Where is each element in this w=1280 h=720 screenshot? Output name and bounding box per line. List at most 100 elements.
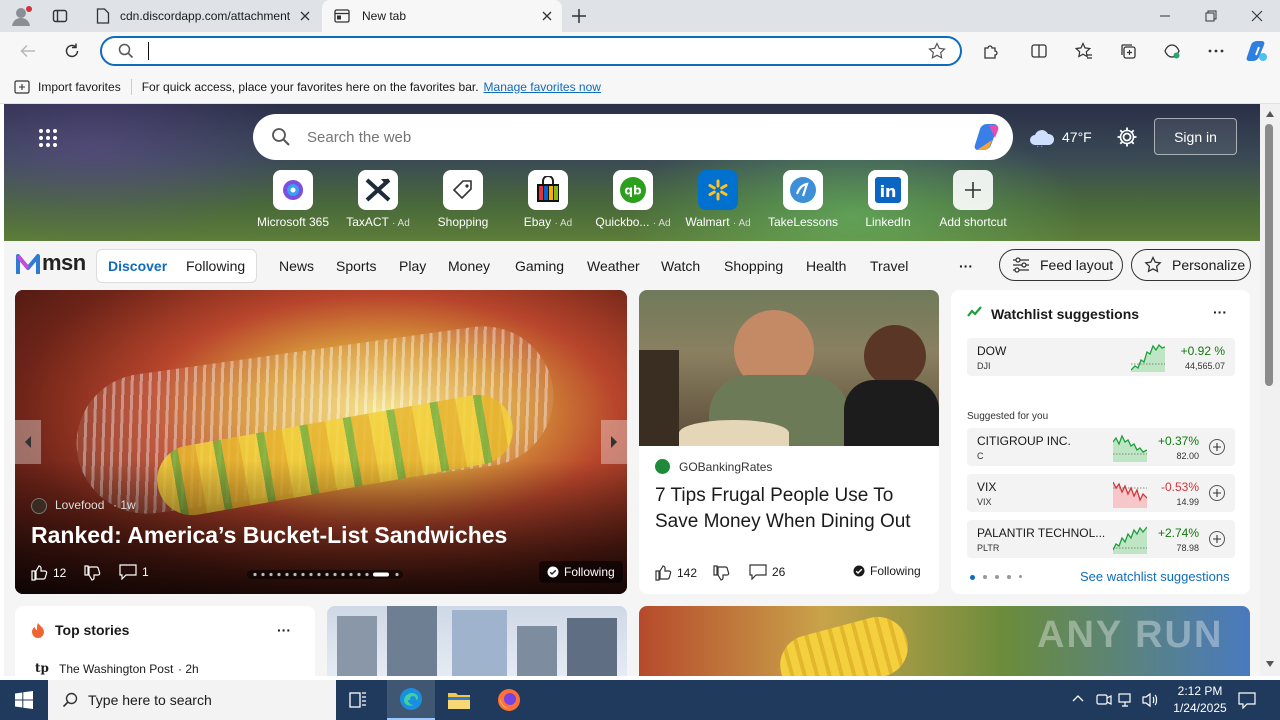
back-button[interactable]	[12, 35, 44, 67]
profile-avatar[interactable]	[10, 5, 32, 27]
nav-news[interactable]: News	[279, 258, 314, 274]
add-to-watchlist-icon[interactable]	[1209, 439, 1225, 455]
shortcut-takelessons[interactable]: TakeLessons	[758, 170, 848, 229]
collections-icon[interactable]	[1112, 35, 1144, 67]
feed-layout-button[interactable]: Feed layout	[999, 249, 1123, 281]
app-launcher-icon[interactable]	[38, 128, 58, 148]
favorites-icon[interactable]	[1068, 35, 1100, 67]
firefox-icon[interactable]	[497, 688, 521, 712]
produce-story-card[interactable]: ANY RUN	[639, 606, 1250, 676]
stock-row[interactable]: VIX VIX -0.53% 14.99	[967, 474, 1235, 512]
add-to-watchlist-icon[interactable]	[1209, 485, 1225, 501]
story-card[interactable]: GOBankingRates 7 Tips Frugal People Use …	[639, 290, 939, 594]
extensions-icon[interactable]	[975, 35, 1007, 67]
weather-widget[interactable]: 47°F	[1028, 126, 1098, 148]
hero-headline[interactable]: Ranked: America’s Bucket-List Sandwiches	[31, 522, 507, 549]
nav-play[interactable]: Play	[399, 258, 426, 274]
taskbar-search[interactable]: Type here to search	[48, 680, 336, 720]
comment-button[interactable]: 26	[749, 564, 785, 580]
minimize-button[interactable]	[1142, 0, 1188, 32]
refresh-button[interactable]	[56, 35, 88, 67]
carousel-prev-button[interactable]	[15, 420, 41, 464]
carousel-indicator[interactable]	[247, 570, 403, 579]
copilot-icon[interactable]	[1242, 35, 1274, 67]
clock[interactable]: 2:12 PM 1/24/2025	[1165, 683, 1235, 717]
comment-button[interactable]: 1	[119, 564, 149, 580]
web-search-input[interactable]	[307, 128, 947, 146]
scroll-down-icon[interactable]	[1265, 660, 1275, 668]
shortcut-linkedin[interactable]: in LinkedIn	[843, 170, 933, 229]
shortcut-quickbooks[interactable]: qb Quickbo... · Ad	[588, 170, 678, 229]
nav-health[interactable]: Health	[806, 258, 846, 274]
watchlist-more-icon[interactable]: ···	[1213, 304, 1227, 320]
sign-in-button[interactable]: Sign in	[1154, 118, 1237, 155]
see-watchlist-link[interactable]: See watchlist suggestions	[1080, 569, 1230, 584]
notifications-icon[interactable]	[1238, 691, 1256, 709]
page-dot-active[interactable]	[970, 575, 975, 580]
nav-gaming[interactable]: Gaming	[515, 258, 564, 274]
manage-favorites-link[interactable]: Manage favorites now	[484, 80, 601, 94]
edge-taskbar-icon[interactable]	[387, 680, 435, 720]
page-scrollbar[interactable]	[1260, 104, 1280, 676]
stock-row[interactable]: CITIGROUP INC. C +0.37% 82.00	[967, 428, 1235, 466]
tab-discover[interactable]: Discover	[108, 258, 167, 274]
start-button[interactable]	[0, 680, 48, 720]
shortcut-microsoft-365[interactable]: Microsoft 365	[248, 170, 338, 229]
page-dot[interactable]	[1019, 575, 1022, 578]
shortcut-ebay[interactable]: Ebay · Ad	[503, 170, 593, 229]
shortcut-shopping[interactable]: Shopping	[418, 170, 508, 229]
tab-discord[interactable]: cdn.discordapp.com/attachment	[84, 0, 320, 32]
nav-more-icon[interactable]: ···	[959, 258, 973, 274]
meet-now-icon[interactable]	[1096, 692, 1112, 708]
page-dot[interactable]	[1007, 575, 1011, 579]
source-name[interactable]: GOBankingRates	[679, 460, 772, 474]
nav-travel[interactable]: Travel	[870, 258, 908, 274]
story-headline[interactable]: 7 Tips Frugal People Use To Save Money W…	[655, 483, 925, 535]
copilot-icon[interactable]	[973, 123, 1003, 151]
favorite-star-icon[interactable]	[928, 42, 946, 60]
carousel-next-button[interactable]	[601, 420, 627, 464]
nav-shopping[interactable]: Shopping	[724, 258, 783, 274]
import-favorites-button[interactable]: Import favorites	[38, 80, 121, 94]
new-tab-button[interactable]	[570, 7, 588, 25]
source-name[interactable]: The Washington Post	[59, 662, 173, 676]
web-search-box[interactable]	[253, 114, 1013, 160]
address-input[interactable]	[148, 42, 908, 60]
close-window-button[interactable]	[1234, 0, 1280, 32]
dislike-button[interactable]	[713, 565, 730, 582]
nav-money[interactable]: Money	[448, 258, 490, 274]
tab-actions-icon[interactable]	[52, 8, 68, 24]
shortcut-add[interactable]: Add shortcut	[928, 170, 1018, 229]
following-badge[interactable]: Following	[539, 561, 623, 583]
hero-story-card[interactable]: Lovefood · 1w Ranked: America’s Bucket-L…	[15, 290, 627, 594]
settings-more-icon[interactable]	[1200, 35, 1232, 67]
following-badge[interactable]: Following	[853, 564, 921, 578]
nav-sports[interactable]: Sports	[336, 258, 376, 274]
close-tab-icon[interactable]	[540, 9, 554, 23]
page-dot[interactable]	[983, 575, 987, 579]
like-button[interactable]: 12	[31, 564, 66, 581]
address-bar[interactable]	[100, 36, 962, 66]
personalize-button[interactable]: Personalize	[1131, 249, 1251, 281]
top-stories-more-icon[interactable]: ···	[277, 622, 291, 638]
volume-icon[interactable]	[1142, 692, 1160, 708]
close-tab-icon[interactable]	[298, 9, 312, 23]
stock-row[interactable]: DOW DJI +0.92 % 44,565.07	[967, 338, 1235, 376]
performance-icon[interactable]	[1156, 35, 1188, 67]
import-favorites-icon[interactable]	[14, 79, 30, 94]
shortcut-taxact[interactable]: TaxACT · Ad	[333, 170, 423, 229]
tab-new-tab[interactable]: New tab	[322, 0, 562, 32]
task-view-icon[interactable]	[348, 690, 368, 710]
dislike-button[interactable]	[84, 565, 101, 582]
add-to-watchlist-icon[interactable]	[1209, 531, 1225, 547]
file-explorer-icon[interactable]	[447, 689, 471, 711]
source-name[interactable]: Lovefood	[55, 498, 104, 512]
split-screen-icon[interactable]	[1023, 35, 1055, 67]
stock-row[interactable]: PALANTIR TECHNOL... PLTR +2.74% 78.98	[967, 520, 1235, 558]
page-settings-icon[interactable]	[1116, 126, 1138, 148]
nav-weather[interactable]: Weather	[587, 258, 640, 274]
tab-following[interactable]: Following	[186, 258, 245, 274]
network-icon[interactable]	[1118, 692, 1134, 708]
skyline-story-card[interactable]	[327, 606, 627, 676]
page-dot[interactable]	[995, 575, 999, 579]
